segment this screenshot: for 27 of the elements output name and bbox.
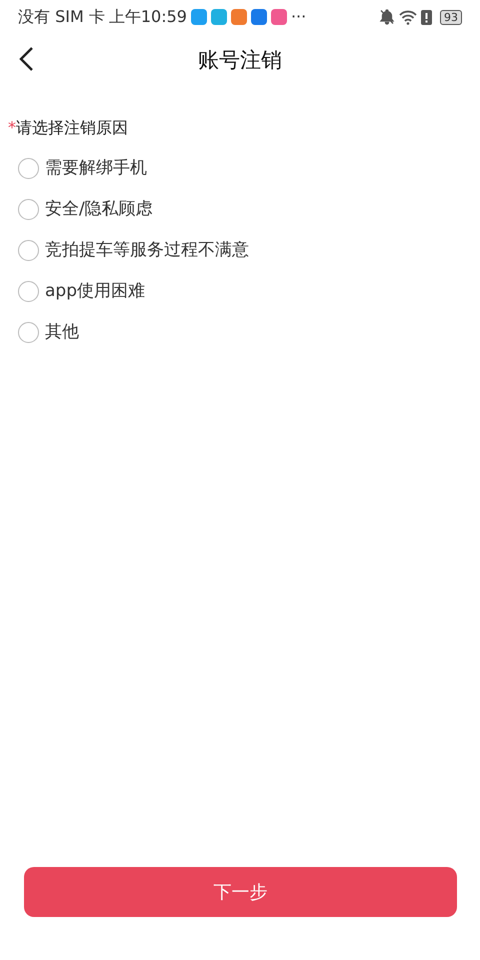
reason-option[interactable]: 需要解绑手机 — [0, 148, 480, 189]
radio-button[interactable] — [18, 199, 39, 220]
wifi-icon — [399, 10, 417, 24]
radio-button[interactable] — [18, 240, 39, 261]
page-title: 账号注销 — [198, 47, 282, 74]
status-time: 上午10:59 — [108, 6, 187, 28]
radio-button[interactable] — [18, 322, 39, 343]
form-label: 请选择注销原因 — [16, 117, 128, 139]
back-icon — [18, 46, 34, 72]
radio-button[interactable] — [18, 158, 39, 179]
app-icon — [270, 9, 287, 25]
app-icon — [210, 9, 227, 25]
alert-icon — [421, 10, 432, 24]
reason-option[interactable]: app使用困难 — [0, 271, 480, 312]
radio-button[interactable] — [18, 281, 39, 302]
app-icon — [230, 9, 247, 25]
reason-option[interactable]: 安全/隐私顾虑 — [0, 189, 480, 230]
reason-option[interactable]: 其他 — [0, 312, 480, 353]
bell-off-icon — [379, 9, 395, 25]
reason-option[interactable]: 竞拍提车等服务过程不满意 — [0, 230, 480, 271]
battery-level: 93 — [440, 10, 462, 24]
next-button[interactable]: 下一步 — [24, 867, 457, 917]
app-icon — [250, 9, 267, 25]
required-mark: * — [8, 117, 16, 139]
carrier-text: 没有 SIM 卡 — [18, 6, 105, 28]
more-text: ··· — [290, 6, 306, 28]
app-icon — [190, 9, 207, 25]
